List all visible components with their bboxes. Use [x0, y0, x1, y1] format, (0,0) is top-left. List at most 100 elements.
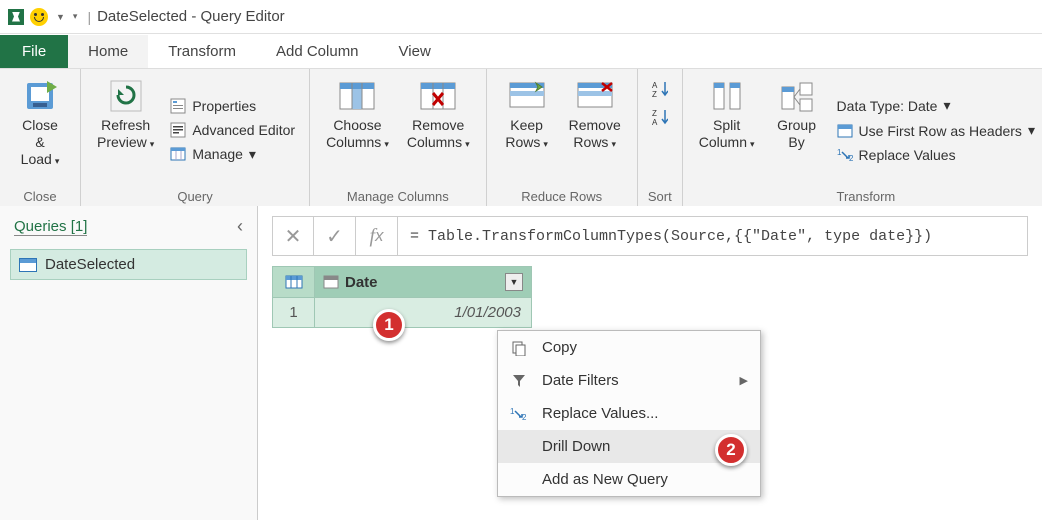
remove-columns-icon: [419, 77, 457, 115]
menu-replace-values[interactable]: 12 Replace Values...: [498, 397, 760, 430]
keep-rows-icon: [508, 77, 546, 115]
close-load-icon: [23, 77, 57, 115]
cell-date-value[interactable]: 1/01/2003: [315, 298, 531, 327]
refresh-icon: [109, 77, 143, 115]
group-reduce-rows: Reduce Rows: [497, 187, 627, 204]
data-type-label: Data Type: Date: [837, 98, 938, 114]
svg-text:A: A: [652, 118, 658, 126]
tab-add-column[interactable]: Add Column: [256, 35, 379, 68]
replace-values-button[interactable]: 12 Replace Values: [833, 145, 1039, 165]
queries-header: Queries [1]: [14, 218, 87, 236]
group-query: Query: [91, 187, 299, 204]
column-header-date[interactable]: Date ▼: [315, 267, 531, 297]
menu-filters-label: Date Filters: [542, 372, 728, 389]
group-by-label: GroupBy: [777, 117, 816, 150]
refresh-label: RefreshPreview: [97, 117, 150, 150]
split-column-button[interactable]: SplitColumn▾: [693, 73, 761, 187]
menu-copy[interactable]: Copy: [498, 331, 760, 364]
choose-columns-label: ChooseColumns: [326, 117, 382, 150]
remove-columns-label: RemoveColumns: [407, 117, 464, 150]
first-row-label: Use First Row as Headers: [859, 123, 1022, 139]
split-column-label: SplitColumn: [699, 117, 747, 150]
svg-text:A: A: [652, 81, 658, 90]
filter-icon: [508, 373, 530, 389]
menu-addnew-label: Add as New Query: [542, 471, 748, 488]
data-type-button[interactable]: Data Type: Date▾: [833, 95, 1039, 116]
manage-icon: [170, 146, 186, 162]
properties-button[interactable]: Properties: [166, 96, 299, 116]
queries-panel: Queries [1] ‹ DateSelected: [0, 206, 258, 520]
svg-text:2: 2: [849, 154, 853, 162]
close-load-label: Close &Load: [21, 117, 58, 167]
collapse-panel-icon[interactable]: ‹: [237, 216, 243, 237]
separator: |: [87, 9, 91, 25]
keep-rows-label: KeepRows: [505, 117, 543, 150]
accept-formula-button[interactable]: ✓: [314, 216, 356, 256]
advanced-editor-icon: [170, 122, 186, 138]
callout-2: 2: [715, 434, 747, 466]
cancel-formula-button[interactable]: ✕: [272, 216, 314, 256]
smiley-icon[interactable]: [30, 8, 48, 26]
group-by-button[interactable]: GroupBy: [767, 73, 827, 187]
menu-copy-label: Copy: [542, 339, 748, 356]
first-row-icon: [837, 123, 853, 139]
replace-values-icon: 12: [837, 147, 853, 163]
replace-values-label: Replace Values: [859, 147, 956, 163]
column-filter-button[interactable]: ▼: [505, 273, 523, 291]
choose-columns-icon: [338, 77, 376, 115]
sort-asc-icon: AZ: [652, 81, 668, 97]
sort-asc-button[interactable]: AZ: [648, 79, 672, 99]
manage-button[interactable]: Manage▾: [166, 144, 299, 165]
group-close: Close: [10, 187, 70, 204]
qat-dropdown-2[interactable]: ▾: [73, 11, 78, 22]
properties-icon: [170, 98, 186, 114]
query-item-dateselected[interactable]: DateSelected: [10, 249, 247, 280]
advanced-editor-button[interactable]: Advanced Editor: [166, 120, 299, 140]
sort-desc-icon: ZA: [652, 109, 668, 125]
context-menu: Copy Date Filters ▶ 12 Replace Values...…: [497, 330, 761, 497]
svg-text:1: 1: [510, 407, 515, 416]
submenu-arrow-icon: ▶: [740, 374, 748, 387]
tab-transform[interactable]: Transform: [148, 35, 256, 68]
refresh-preview-button[interactable]: RefreshPreview▾: [91, 73, 160, 187]
qat-dropdown[interactable]: ▼: [56, 12, 65, 22]
svg-text:1: 1: [837, 148, 842, 157]
group-by-icon: [780, 77, 814, 115]
svg-text:2: 2: [522, 413, 527, 421]
menu-replace-label: Replace Values...: [542, 405, 748, 422]
svg-text:Z: Z: [652, 109, 657, 118]
row-number: 1: [273, 298, 315, 327]
remove-rows-icon: [576, 77, 614, 115]
remove-columns-button[interactable]: RemoveColumns▾: [401, 73, 476, 187]
first-row-headers-button[interactable]: Use First Row as Headers▾: [833, 120, 1039, 141]
fx-button[interactable]: fx: [356, 216, 398, 256]
callout-1: 1: [373, 309, 405, 341]
group-sort: Sort: [648, 187, 672, 204]
advanced-editor-label: Advanced Editor: [192, 122, 295, 138]
menu-add-new-query[interactable]: Add as New Query: [498, 463, 760, 496]
remove-rows-button[interactable]: RemoveRows▾: [563, 73, 627, 187]
excel-icon: [8, 9, 24, 25]
formula-input[interactable]: = Table.TransformColumnTypes(Source,{{"D…: [398, 216, 1028, 256]
grid-corner[interactable]: [273, 267, 315, 297]
sort-desc-button[interactable]: ZA: [648, 107, 672, 127]
manage-label: Manage: [192, 146, 243, 162]
table-icon: [285, 275, 303, 289]
close-load-button[interactable]: Close &Load▾: [10, 73, 70, 187]
column-name: Date: [345, 274, 378, 291]
menu-date-filters[interactable]: Date Filters ▶: [498, 364, 760, 397]
query-item-label: DateSelected: [45, 256, 135, 273]
replace-icon: 12: [508, 407, 530, 421]
ribbon-tabs: File Home Transform Add Column View: [0, 34, 1042, 68]
copy-icon: [508, 340, 530, 356]
window-title: DateSelected - Query Editor: [97, 8, 285, 25]
tab-file[interactable]: File: [0, 35, 68, 68]
tab-view[interactable]: View: [379, 35, 451, 68]
column-type-icon: [323, 275, 339, 289]
table-icon: [19, 258, 37, 272]
tab-home[interactable]: Home: [68, 35, 148, 68]
properties-label: Properties: [192, 98, 256, 114]
keep-rows-button[interactable]: KeepRows▾: [497, 73, 557, 187]
group-transform: Transform: [693, 187, 1039, 204]
choose-columns-button[interactable]: ChooseColumns▾: [320, 73, 395, 187]
